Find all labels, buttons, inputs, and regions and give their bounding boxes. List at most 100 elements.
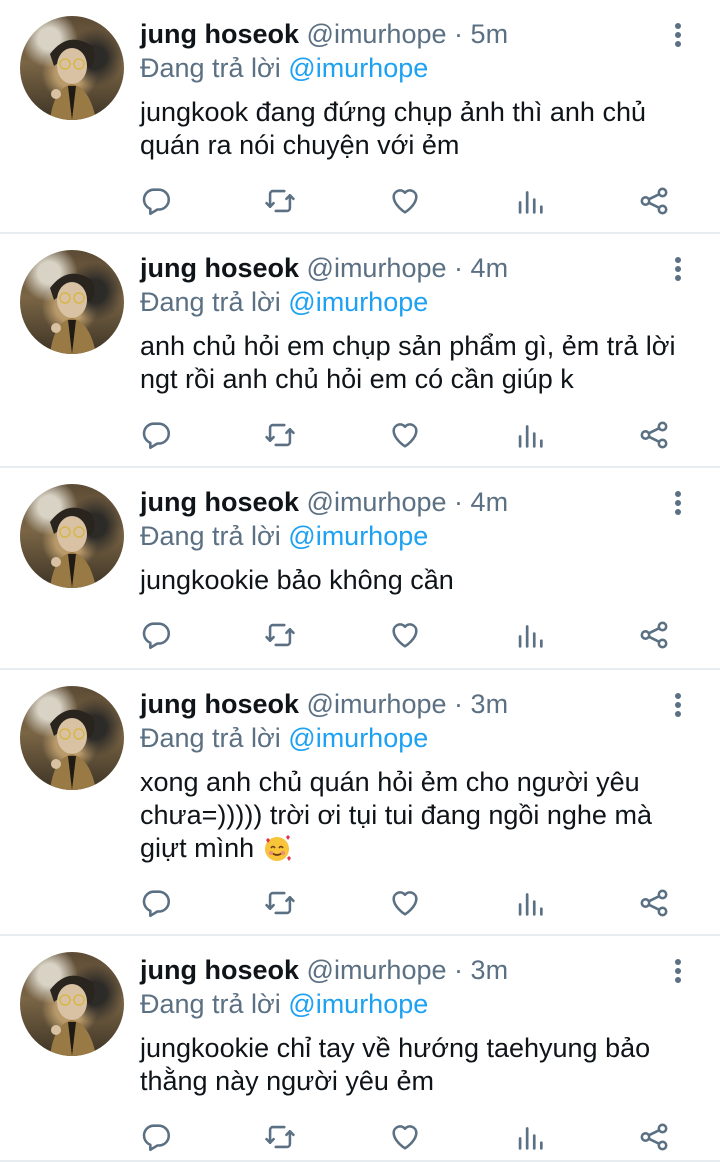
share-icon[interactable] (637, 184, 671, 218)
like-icon[interactable] (388, 418, 422, 452)
tweet-text-line: thằng này người yêu ẻm (140, 1066, 434, 1096)
tweet-actions (0, 418, 720, 452)
display-name[interactable]: jung hoseok (140, 689, 299, 719)
analytics-icon[interactable] (513, 886, 547, 920)
tweet-text-line: jungkook đang đứng chụp ảnh thì anh chủ (140, 97, 646, 127)
display-name[interactable]: jung hoseok (140, 487, 299, 517)
tweet-header: jung hoseok @imurhope · 5m (140, 17, 508, 51)
tweet-text: xong anh chủ quán hỏi ẻm cho người yêu ch… (140, 766, 700, 865)
tweet-text-line: ngt rồi anh chủ hỏi em có cần giúp k (140, 364, 574, 394)
replying-to-label: Đang trả lời (140, 521, 281, 551)
tweet-actions (0, 1120, 720, 1154)
more-vertical-icon[interactable] (668, 488, 688, 518)
tweet-text-line: jungkookie bảo không cần (140, 565, 454, 595)
share-icon[interactable] (637, 886, 671, 920)
more-vertical-icon[interactable] (668, 690, 688, 720)
user-handle[interactable]: @imurhope (307, 253, 447, 283)
separator-dot: · (454, 19, 464, 49)
timestamp[interactable]: 4m (471, 253, 509, 283)
separator-dot: · (454, 487, 464, 517)
more-vertical-icon[interactable] (668, 20, 688, 50)
retweet-icon[interactable] (263, 618, 297, 652)
avatar[interactable] (20, 686, 124, 790)
mention-link[interactable]: @imurhope (288, 989, 428, 1019)
analytics-icon[interactable] (513, 184, 547, 218)
mention-link[interactable]: @imurhope (288, 53, 428, 83)
analytics-icon[interactable] (513, 418, 547, 452)
like-icon[interactable] (388, 1120, 422, 1154)
replying-to-label: Đang trả lời (140, 989, 281, 1019)
mention-link[interactable]: @imurhope (288, 287, 428, 317)
timestamp[interactable]: 3m (471, 689, 509, 719)
display-name[interactable]: jung hoseok (140, 19, 299, 49)
retweet-icon[interactable] (263, 1120, 297, 1154)
like-icon[interactable] (388, 886, 422, 920)
replying-to: Đang trả lời @imurhope (140, 721, 428, 755)
timestamp[interactable]: 3m (471, 955, 509, 985)
tweet[interactable]: jung hoseok @imurhope · 3m Đang trả lời … (0, 936, 720, 1162)
tweet-text-line: giựt mình (140, 832, 700, 865)
reply-icon[interactable] (139, 1120, 173, 1154)
tweet-text-line: xong anh chủ quán hỏi ẻm cho người yêu (140, 767, 640, 797)
tweet[interactable]: jung hoseok @imurhope · 4m Đang trả lời … (0, 234, 720, 468)
timestamp[interactable]: 5m (471, 19, 509, 49)
replying-to: Đang trả lời @imurhope (140, 51, 428, 85)
avatar[interactable] (20, 16, 124, 120)
user-handle[interactable]: @imurhope (307, 955, 447, 985)
tweet-header: jung hoseok @imurhope · 4m (140, 251, 508, 285)
avatar[interactable] (20, 250, 124, 354)
mention-link[interactable]: @imurhope (288, 723, 428, 753)
reply-icon[interactable] (139, 418, 173, 452)
tweet[interactable]: jung hoseok @imurhope · 3m Đang trả lời … (0, 670, 720, 936)
display-name[interactable]: jung hoseok (140, 955, 299, 985)
retweet-icon[interactable] (263, 184, 297, 218)
analytics-icon[interactable] (513, 618, 547, 652)
tweet-text: anh chủ hỏi em chụp sản phẩm gì, ẻm trả … (140, 330, 700, 396)
reply-icon[interactable] (139, 886, 173, 920)
tweet-text: jungkookie chỉ tay về hướng taehyung bảo… (140, 1032, 700, 1098)
tweet[interactable]: jung hoseok @imurhope · 5m Đang trả lời … (0, 0, 720, 234)
replying-to-label: Đang trả lời (140, 723, 281, 753)
tweet-text: jungkook đang đứng chụp ảnh thì anh chủ q… (140, 96, 700, 162)
retweet-icon[interactable] (263, 886, 297, 920)
reply-icon[interactable] (139, 618, 173, 652)
avatar[interactable] (20, 484, 124, 588)
tweet-header: jung hoseok @imurhope · 3m (140, 953, 508, 987)
replying-to: Đang trả lời @imurhope (140, 519, 428, 553)
tweet-text-line: jungkookie chỉ tay về hướng taehyung bảo (140, 1033, 651, 1063)
tweet-actions (0, 886, 720, 920)
avatar[interactable] (20, 952, 124, 1056)
retweet-icon[interactable] (263, 418, 297, 452)
replying-to-label: Đang trả lời (140, 53, 281, 83)
separator-dot: · (454, 689, 464, 719)
like-icon[interactable] (388, 618, 422, 652)
separator-dot: · (454, 253, 464, 283)
separator-dot: · (454, 955, 464, 985)
replying-to-label: Đang trả lời (140, 287, 281, 317)
replying-to: Đang trả lời @imurhope (140, 987, 428, 1021)
user-handle[interactable]: @imurhope (307, 487, 447, 517)
more-vertical-icon[interactable] (668, 956, 688, 986)
share-icon[interactable] (637, 1120, 671, 1154)
analytics-icon[interactable] (513, 1120, 547, 1154)
reply-icon[interactable] (139, 184, 173, 218)
more-vertical-icon[interactable] (668, 254, 688, 284)
tweet[interactable]: jung hoseok @imurhope · 4m Đang trả lời … (0, 468, 720, 670)
tweet-header: jung hoseok @imurhope · 3m (140, 687, 508, 721)
timestamp[interactable]: 4m (471, 487, 509, 517)
user-handle[interactable]: @imurhope (307, 689, 447, 719)
share-icon[interactable] (637, 418, 671, 452)
tweet-text-line: quán ra nói chuyện với ẻm (140, 130, 460, 160)
tweet-text-line: anh chủ hỏi em chụp sản phẩm gì, ẻm trả … (140, 331, 676, 361)
like-icon[interactable] (388, 184, 422, 218)
display-name[interactable]: jung hoseok (140, 253, 299, 283)
replying-to: Đang trả lời @imurhope (140, 285, 428, 319)
user-handle[interactable]: @imurhope (307, 19, 447, 49)
tweet-text: jungkookie bảo không cần (140, 564, 700, 597)
tweet-text-line: chưa=))))) trời ơi tụi tui đang ngồi ngh… (140, 800, 652, 830)
mention-link[interactable]: @imurhope (288, 521, 428, 551)
share-icon[interactable] (637, 618, 671, 652)
smiling-face-with-hearts-icon (262, 833, 292, 863)
tweet-header: jung hoseok @imurhope · 4m (140, 485, 508, 519)
tweet-actions (0, 184, 720, 218)
